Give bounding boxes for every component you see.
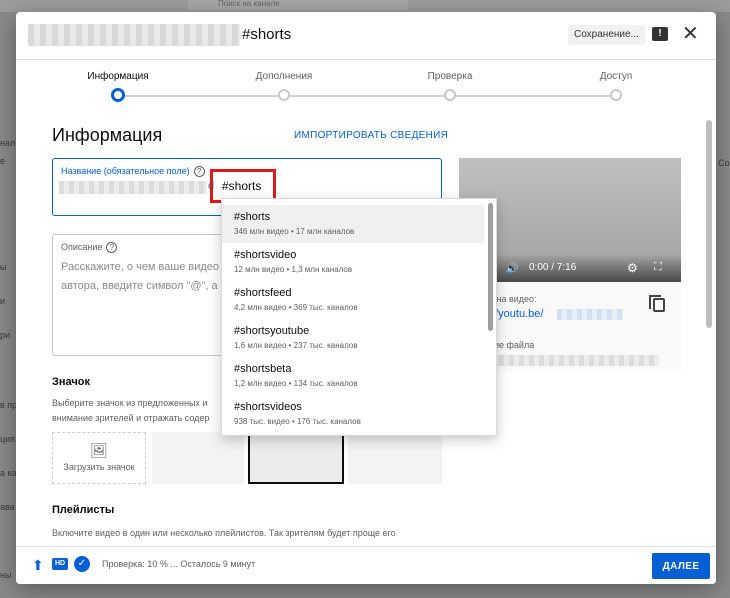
- title-field-label-text: Название (обязательное поле): [61, 166, 190, 176]
- step-extras[interactable]: Дополнения: [224, 60, 344, 101]
- description-field-label: Описание?: [61, 242, 118, 254]
- step-dot: [610, 89, 622, 101]
- description-placeholder: Расскажите, о чем ваше видео автора, вве…: [61, 258, 231, 296]
- title-value-hashtag: #shorts: [222, 179, 262, 193]
- add-photo-icon: 🖼: [90, 442, 108, 458]
- playlists-description: Включите видео в один или несколько плей…: [52, 528, 396, 538]
- hashtag-stats: 12 млн видео • 1,3 млн каналов: [234, 265, 353, 274]
- hashtag-stats: 938 тыс. видео • 176 тыс. каналов: [234, 417, 361, 426]
- title-value-prefix: d: [208, 180, 215, 192]
- autocomplete-item[interactable]: #shortsyoutube 1,6 млн видео • 237 тыс. …: [222, 319, 484, 357]
- autocomplete-item[interactable]: #shorts 346 млн видео • 17 млн каналов: [222, 205, 484, 243]
- thumbnail-option[interactable]: [348, 432, 442, 484]
- feedback-icon[interactable]: !: [652, 27, 668, 41]
- step-details[interactable]: Информация: [58, 60, 178, 102]
- stepper-line: [118, 95, 616, 97]
- background-fragment: ы: [0, 262, 7, 272]
- dialog-footer: ⬆ HD ✓ Проверка: 10 % ... Осталось 9 мин…: [16, 546, 716, 584]
- step-dot: [278, 89, 290, 101]
- saving-status-chip: Сохранение...: [568, 25, 645, 45]
- background-fragment: ны: [0, 570, 12, 580]
- description-placeholder-line: Расскажите, о чем ваше видео: [61, 261, 220, 273]
- autocomplete-item[interactable]: #shortsvideo 12 млн видео • 1,3 млн кана…: [222, 243, 484, 281]
- background-fragment: в пр: [0, 400, 18, 410]
- upload-stepper: Информация Дополнения Проверка Доступ: [16, 60, 716, 120]
- background-fragment: ция: [0, 434, 16, 444]
- check-icon: ✓: [74, 556, 90, 572]
- help-icon[interactable]: ?: [193, 166, 205, 178]
- volume-icon[interactable]: 🔊: [505, 262, 519, 275]
- settings-icon[interactable]: ⚙: [627, 261, 638, 275]
- hashtag-name: #shortsvideo: [234, 249, 297, 261]
- step-dot: [444, 89, 456, 101]
- title-redacted: [28, 24, 240, 46]
- hashtag-name: #shortsbeta: [234, 363, 292, 375]
- hashtag-autocomplete: #shorts 346 млн видео • 17 млн каналов #…: [221, 198, 497, 436]
- dialog-scrollbar[interactable]: [706, 120, 712, 328]
- upload-thumbnail-button[interactable]: 🖼 Загрузить значок: [52, 432, 146, 484]
- autocomplete-item[interactable]: #shortsfeed 4,2 млн видео • 369 тыс. кан…: [222, 281, 484, 319]
- dialog-header: #shorts Сохранение... ! ✕: [16, 12, 716, 60]
- step-label: Доступ: [599, 71, 633, 82]
- background-fragment: и: [0, 296, 6, 306]
- upload-dialog: #shorts Сохранение... ! ✕ Информация Доп…: [16, 12, 716, 584]
- background-fragment: ри: [0, 330, 11, 340]
- background-search-input: Поиск на канале: [188, 0, 408, 10]
- upload-status: Проверка: 10 % ... Осталось 9 минут: [102, 559, 256, 569]
- step-dot: [111, 88, 125, 102]
- next-button[interactable]: ДАЛЕЕ: [652, 553, 710, 579]
- thumbnail-option-selected[interactable]: [248, 432, 344, 484]
- thumbnail-description-line: Выберите значок из предложенных и: [52, 398, 208, 408]
- help-icon[interactable]: ?: [106, 242, 118, 254]
- section-title: Информация: [52, 125, 163, 145]
- background-fragment: е: [0, 156, 6, 166]
- background-fragment: нал: [0, 138, 16, 148]
- upload-thumbnail-label: Загрузить значок: [63, 462, 135, 472]
- video-time: 0:00 / 7:16: [529, 262, 577, 273]
- hashtag-name: #shorts: [234, 211, 271, 223]
- hashtag-stats: 4,2 млн видео • 369 тыс. каналов: [234, 303, 358, 312]
- background-fragment: ава: [0, 502, 15, 512]
- hashtag-stats: 346 млн видео • 17 млн каналов: [234, 227, 355, 236]
- title-field-label: Название (обязательное поле)?: [61, 166, 205, 178]
- autocomplete-scrollbar[interactable]: [488, 203, 493, 331]
- hashtag-name: #shortsyoutube: [234, 325, 310, 337]
- autocomplete-item[interactable]: #shortsvideos 938 тыс. видео • 176 тыс. …: [222, 395, 484, 433]
- hashtag-stats: 1,6 млн видео • 237 тыс. каналов: [234, 341, 358, 350]
- hashtag-name: #shortsvideos: [234, 401, 302, 413]
- step-label: Дополнения: [255, 71, 313, 82]
- hd-icon: HD: [52, 558, 68, 570]
- video-link[interactable]: ://youtu.be/: [489, 308, 543, 320]
- title-redacted-value: [59, 181, 207, 194]
- autocomplete-item[interactable]: #shortsbeta 1,2 млн видео • 134 тыс. кан…: [222, 357, 484, 395]
- description-placeholder-line: автора, введите символ "@", а з: [61, 280, 226, 292]
- step-checks[interactable]: Проверка: [390, 60, 510, 101]
- upload-icon: ⬆: [32, 557, 44, 573]
- thumbnail-description: Выберите значок из предложенных и вниман…: [52, 396, 222, 426]
- copy-icon[interactable]: [649, 295, 665, 312]
- step-visibility[interactable]: Доступ: [556, 60, 676, 101]
- thumbnail-option[interactable]: [152, 432, 244, 484]
- hashtag-name: #shortsfeed: [234, 287, 292, 299]
- dialog-title: #shorts: [242, 26, 292, 43]
- background-fragment: Сохр: [718, 158, 730, 168]
- description-field-label-text: Описание: [61, 242, 103, 252]
- step-label: Проверка: [427, 71, 473, 82]
- import-details-link[interactable]: ИМПОРТИРОВАТЬ СВЕДЕНИЯ: [294, 130, 448, 141]
- thumbnail-title: Значок: [52, 376, 90, 388]
- thumbnail-description-line: внимание зрителей и отражать содер: [52, 413, 210, 423]
- playlists-title: Плейлисты: [52, 504, 115, 516]
- hashtag-stats: 1,2 млн видео • 134 тыс. каналов: [234, 379, 358, 388]
- step-label: Информация: [87, 71, 149, 82]
- video-link-redacted: [557, 309, 623, 320]
- file-name-redacted: [489, 355, 659, 366]
- close-icon[interactable]: ✕: [682, 23, 699, 45]
- background-fragment: а ка: [0, 468, 17, 478]
- fullscreen-icon[interactable]: ⛶: [654, 261, 662, 274]
